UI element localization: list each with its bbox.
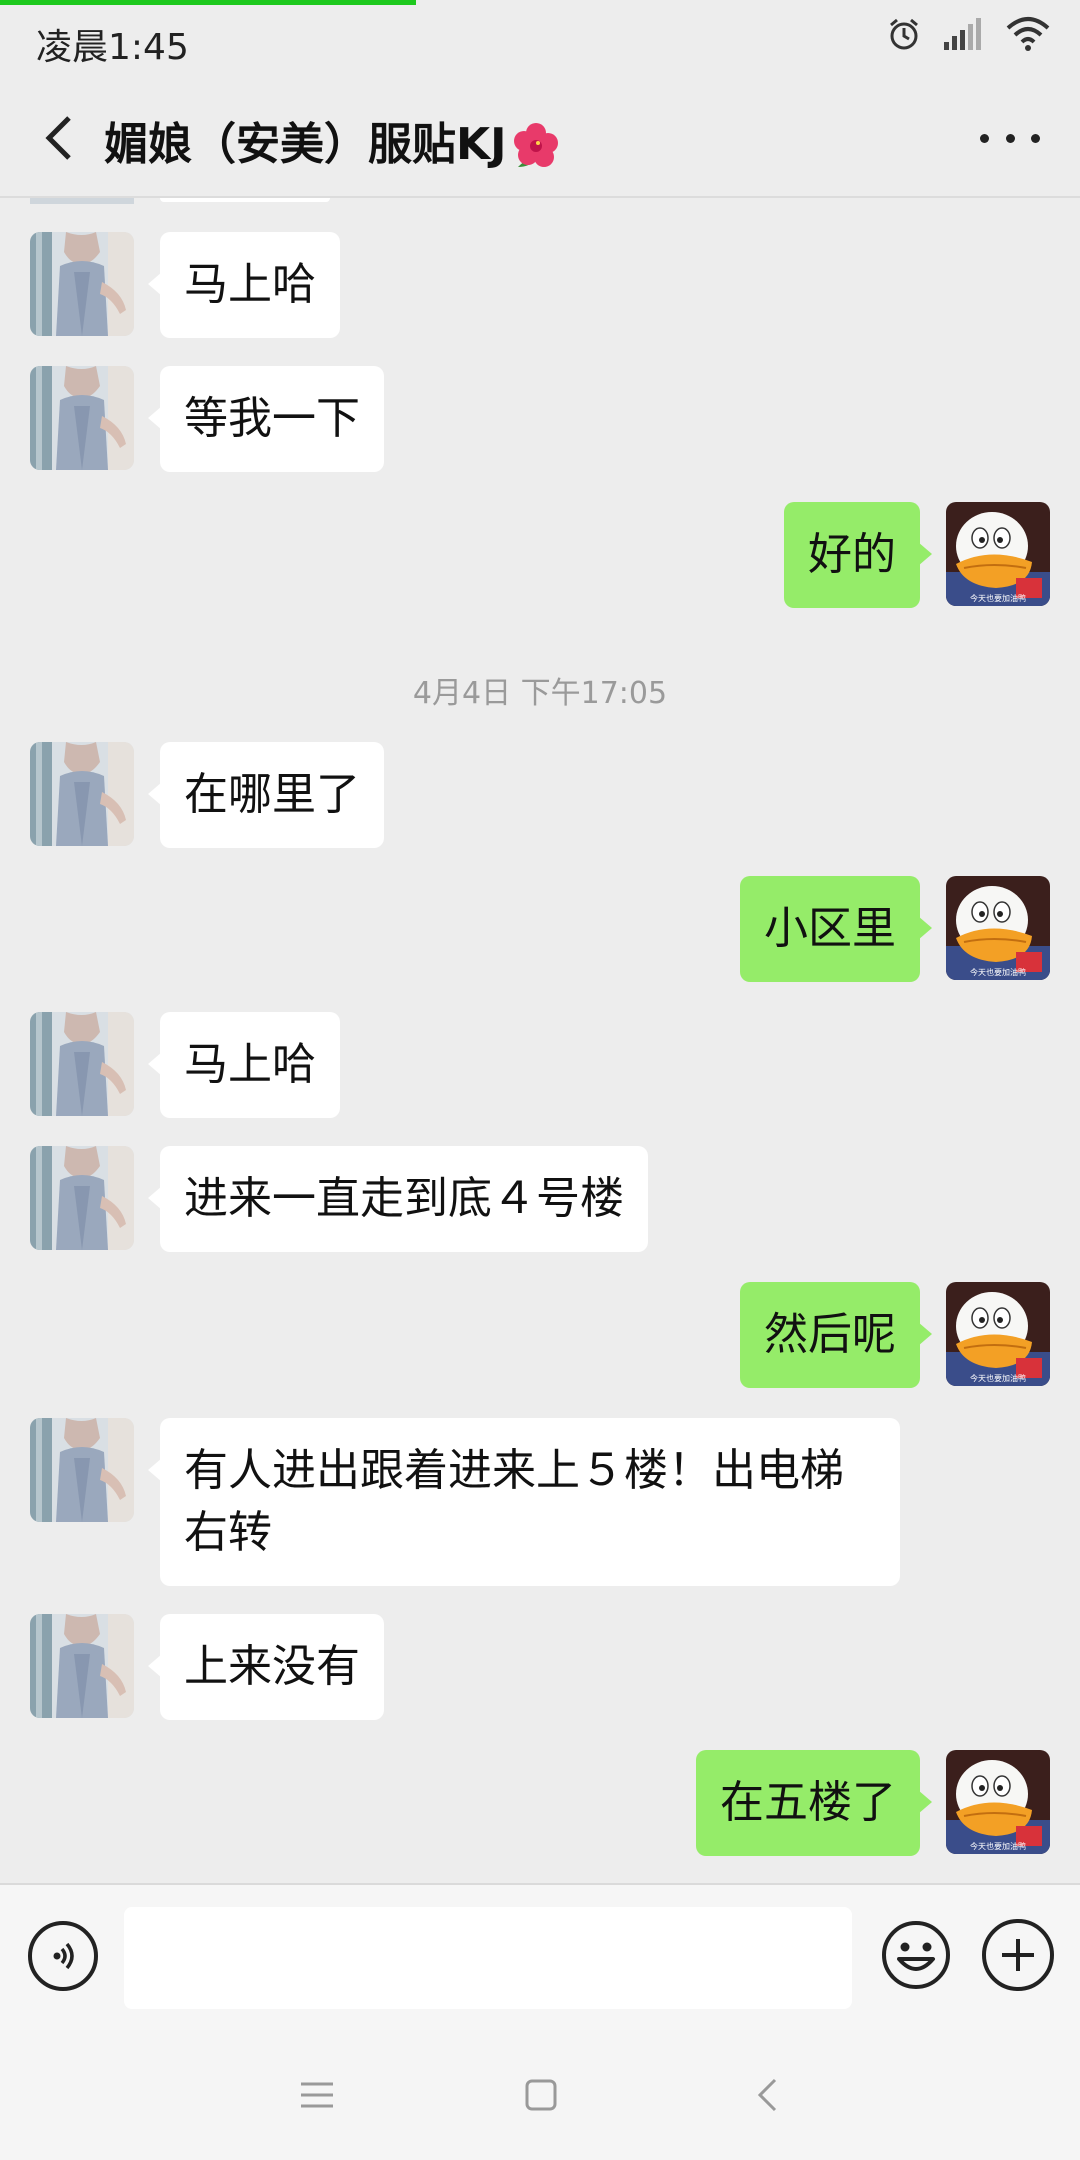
- partial-avatar: [30, 198, 134, 204]
- menu-icon: [301, 2082, 333, 2108]
- input-bar: [0, 1883, 1080, 2030]
- sent-message-bubble[interactable]: 好的: [784, 502, 932, 608]
- my-avatar-image: 今天也要加油鸭: [946, 1750, 1050, 1854]
- voice-icon: [53, 1942, 74, 1970]
- system-back-button[interactable]: [742, 2070, 792, 2120]
- contact-avatar-image: [30, 742, 134, 846]
- my-avatar[interactable]: 今天也要加油鸭: [946, 1750, 1050, 1854]
- received-message-bubble[interactable]: 马上哈: [148, 1012, 340, 1118]
- signal-icon: [944, 18, 981, 50]
- contact-avatar-image: [30, 232, 134, 336]
- my-avatar[interactable]: 今天也要加油鸭: [946, 876, 1050, 980]
- emoji-button[interactable]: [880, 1919, 952, 1991]
- home-square-icon: [525, 2079, 557, 2111]
- my-avatar-image: 今天也要加油鸭: [946, 1282, 1050, 1386]
- chat-timestamp: 4月4日 下午17:05: [412, 676, 668, 711]
- contact-avatar[interactable]: [30, 1614, 134, 1718]
- chat-title-text: 媚娘（安美）服贴KJ: [104, 119, 507, 170]
- contact-avatar[interactable]: [30, 742, 134, 846]
- contact-avatar[interactable]: [30, 232, 134, 336]
- avatar-caption: 今天也要加油鸭: [970, 967, 1026, 977]
- home-button[interactable]: [516, 2070, 566, 2120]
- chat-header: 媚娘（安美）服贴KJ: [0, 78, 1080, 198]
- sent-message-bubble[interactable]: 小区里: [740, 876, 932, 982]
- contact-avatar-image: [30, 1146, 134, 1250]
- avatar-caption: 今天也要加油鸭: [970, 593, 1026, 603]
- received-message-bubble[interactable]: 有人进出跟着进来上５楼！出电梯右转: [148, 1418, 900, 1586]
- hibiscus-icon: [514, 123, 559, 167]
- contact-avatar[interactable]: [30, 366, 134, 470]
- message-input[interactable]: [124, 1907, 852, 2009]
- my-avatar-image: 今天也要加油鸭: [946, 876, 1050, 980]
- more-button[interactable]: [980, 118, 1040, 158]
- status-bar: 凌晨1:45: [0, 0, 1080, 78]
- plus-button[interactable]: [982, 1919, 1054, 1991]
- menu-button[interactable]: [292, 2070, 342, 2120]
- system-back-icon: [757, 2078, 777, 2112]
- partial-bubble: [160, 198, 330, 202]
- contact-avatar[interactable]: [30, 1418, 134, 1522]
- contact-avatar[interactable]: [30, 1146, 134, 1250]
- contact-avatar-image: [30, 1418, 134, 1522]
- message-list[interactable]: 4月4日 下午17:05 马上哈 等我一下 今天也要加油鸭 好的 在哪里了 今天也要加油鸭小…: [0, 198, 1080, 1883]
- contact-avatar-image: [30, 1012, 134, 1116]
- avatar-caption: 今天也要加油鸭: [970, 1373, 1026, 1383]
- wifi-icon: [1006, 17, 1050, 51]
- received-message-bubble[interactable]: 马上哈: [148, 232, 340, 338]
- chat-title: 媚娘（安美）服贴KJ: [104, 108, 564, 175]
- my-avatar[interactable]: 今天也要加油鸭: [946, 1282, 1050, 1386]
- contact-avatar-image: [30, 1614, 134, 1718]
- voice-button[interactable]: [28, 1921, 98, 1991]
- my-avatar[interactable]: 今天也要加油鸭: [946, 502, 1050, 606]
- plus-icon: [1002, 1939, 1034, 1971]
- alarm-icon: [890, 18, 918, 50]
- status-time: 凌晨1:45: [36, 27, 189, 68]
- more-dots-icon: [980, 133, 989, 143]
- received-message-bubble[interactable]: 上来没有: [148, 1614, 384, 1720]
- received-message-bubble[interactable]: 等我一下: [148, 366, 384, 472]
- my-avatar-image: 今天也要加油鸭: [946, 502, 1050, 606]
- emoji-icon: [882, 1921, 950, 1989]
- avatar-caption: 今天也要加油鸭: [970, 1841, 1026, 1851]
- received-message-bubble[interactable]: 在哪里了: [148, 742, 384, 848]
- sent-message-bubble[interactable]: 在五楼了: [696, 1750, 932, 1856]
- sent-message-bubble[interactable]: 然后呢: [740, 1282, 932, 1388]
- contact-avatar[interactable]: [30, 1012, 134, 1116]
- received-message-bubble[interactable]: 进来一直走到底４号楼: [148, 1146, 648, 1252]
- system-navigation-bar: [0, 2030, 1080, 2160]
- back-button[interactable]: [28, 108, 88, 168]
- back-arrow-icon: [45, 116, 71, 160]
- contact-avatar-image: [30, 366, 134, 470]
